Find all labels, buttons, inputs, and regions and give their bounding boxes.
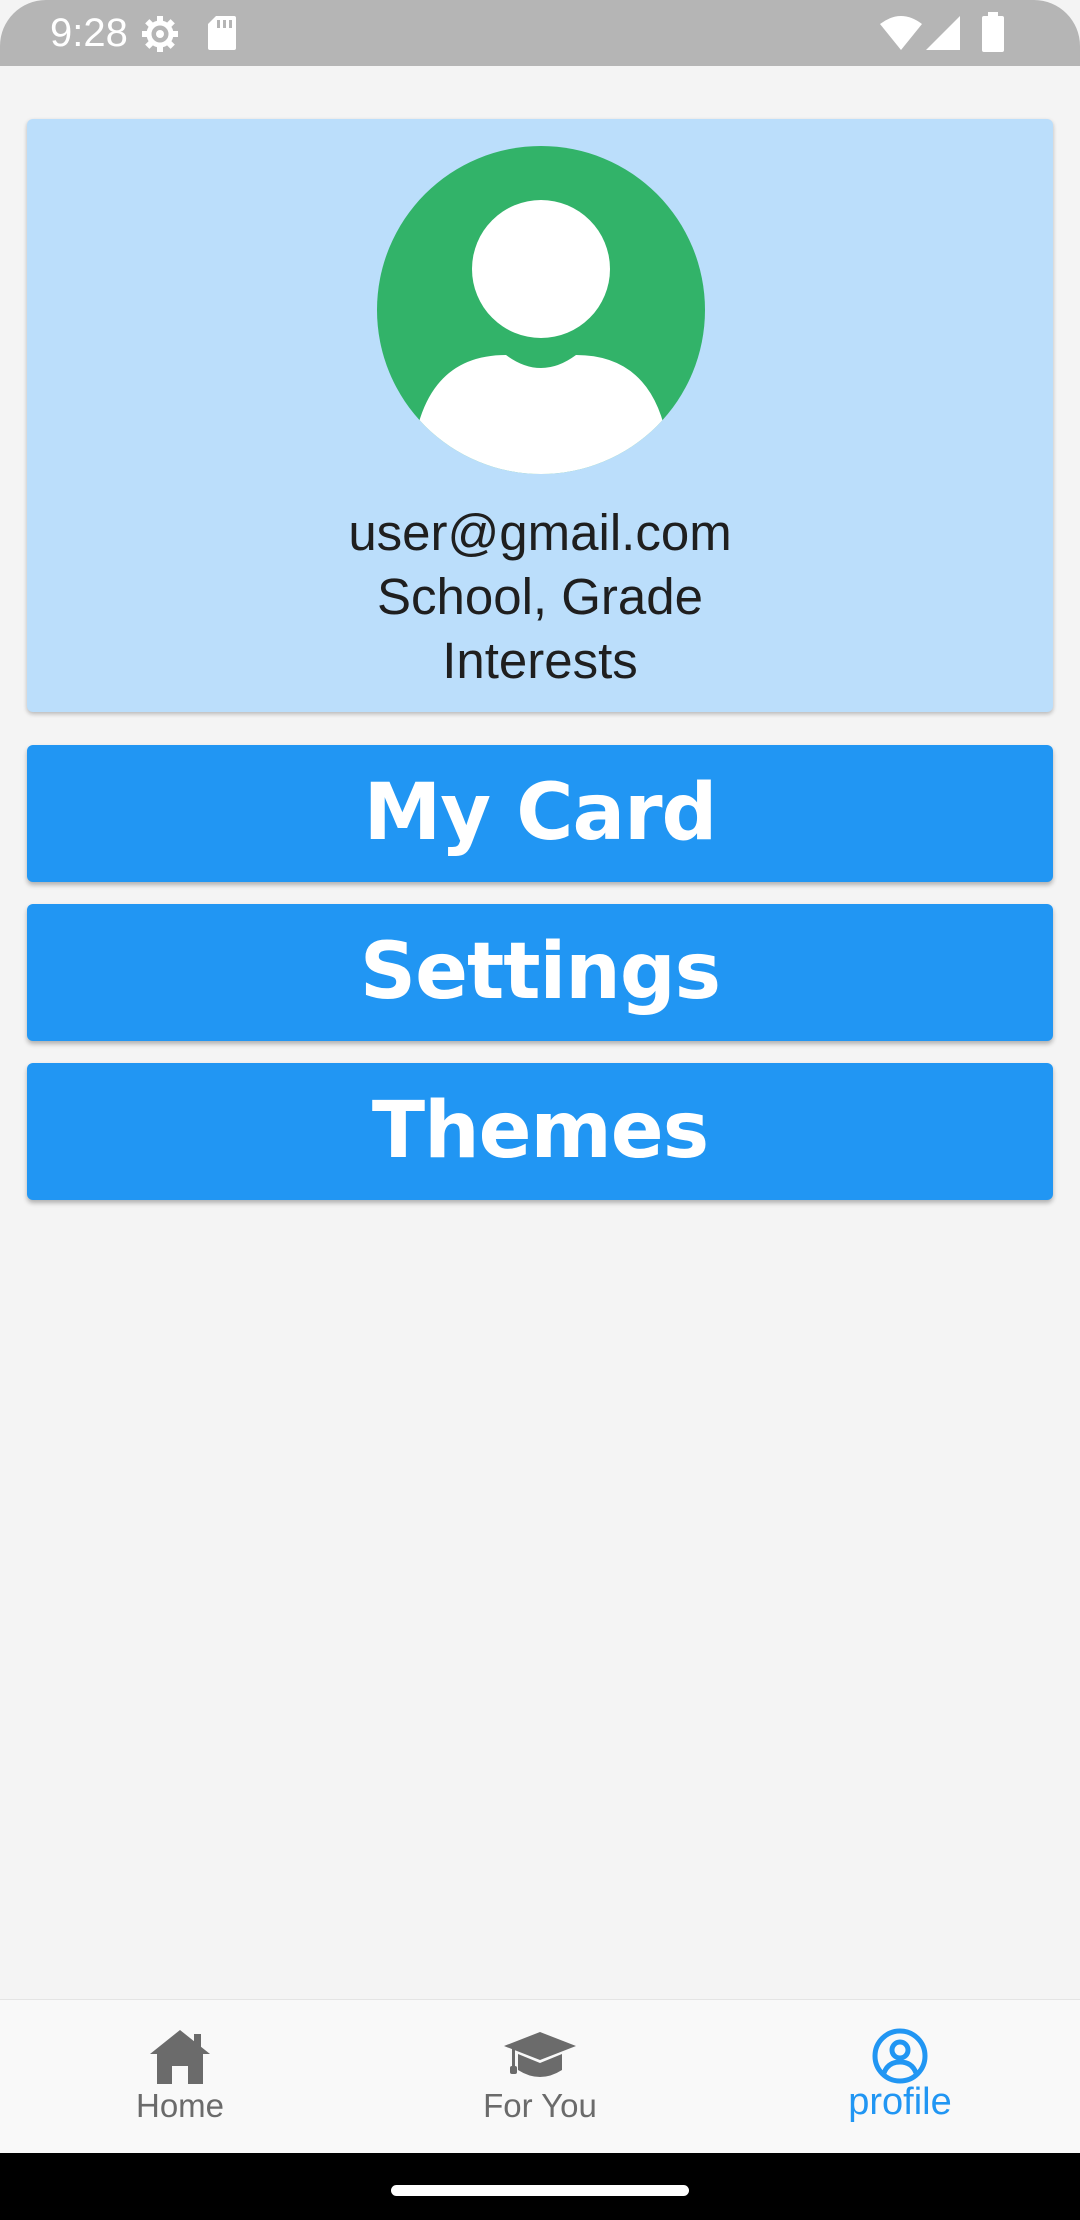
user-interests: Interests <box>442 632 638 689</box>
avatar[interactable] <box>376 145 706 480</box>
battery-icon <box>982 12 1004 57</box>
nav-label-profile: profile <box>848 2081 952 2123</box>
system-navigation-bar <box>0 2153 1080 2220</box>
home-icon <box>148 2028 212 2089</box>
profile-screen: 9:28 user@gmail.com School, Grade Intere… <box>0 0 1080 2220</box>
settings-gear-icon <box>140 14 180 59</box>
account-avatar-icon <box>377 146 705 474</box>
bottom-navigation: Home For You profile <box>0 1999 1080 2154</box>
nav-item-profile[interactable]: profile <box>720 2000 1080 2154</box>
wifi-icon <box>880 16 922 55</box>
settings-button[interactable]: Settings <box>27 904 1053 1041</box>
user-school-grade: School, Grade <box>376 568 704 625</box>
themes-button[interactable]: Themes <box>27 1063 1053 1200</box>
home-gesture-handle[interactable] <box>391 2185 689 2196</box>
status-bar: 9:28 <box>0 0 1080 66</box>
my-card-button[interactable]: My Card <box>27 745 1053 882</box>
sd-card-icon <box>208 16 236 55</box>
user-email: user@gmail.com <box>348 504 732 561</box>
nav-item-home[interactable]: Home <box>0 2000 360 2154</box>
account-circle-icon <box>872 2028 928 2089</box>
profile-card: user@gmail.com School, Grade Interests <box>27 119 1053 712</box>
nav-label-for-you: For You <box>483 2087 597 2124</box>
signal-icon <box>926 16 960 55</box>
nav-label-home: Home <box>135 2087 225 2124</box>
status-time: 9:28 <box>50 11 128 55</box>
nav-item-for-you[interactable]: For You <box>360 2000 720 2154</box>
graduation-cap-icon <box>504 2030 576 2087</box>
